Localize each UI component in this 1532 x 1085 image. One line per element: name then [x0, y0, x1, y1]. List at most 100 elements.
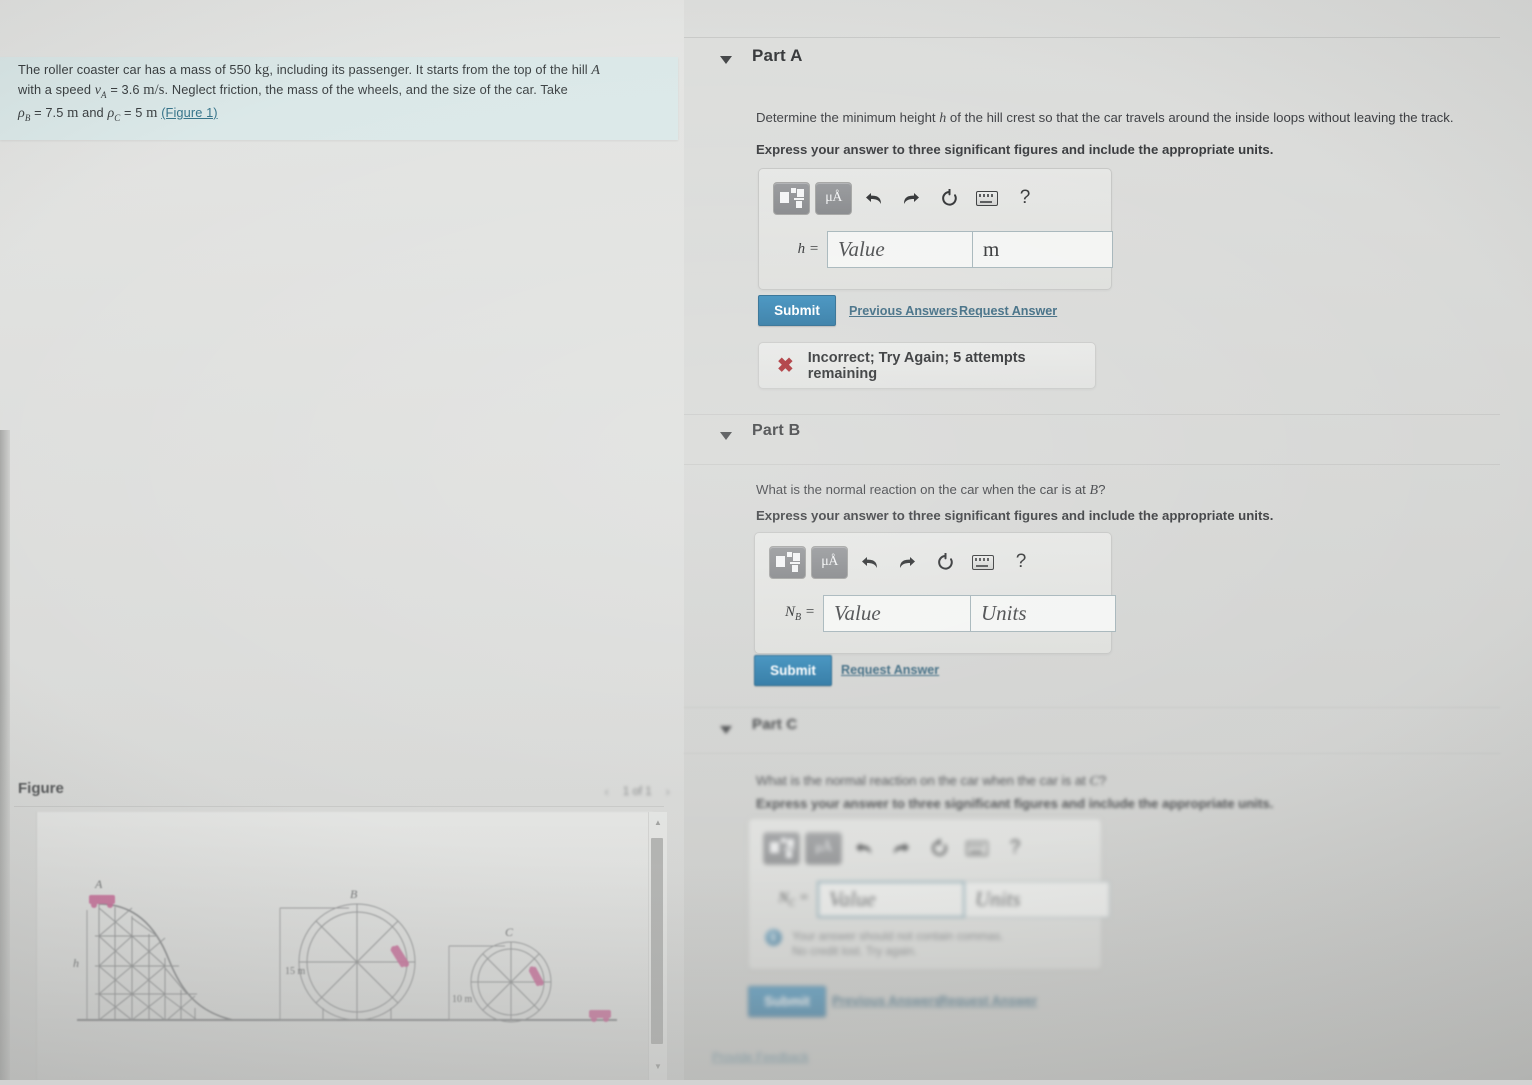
scroll-up-arrow[interactable]: ▲	[652, 818, 664, 827]
part-a-value-input[interactable]: Value	[827, 231, 973, 268]
reset-icon[interactable]	[933, 184, 965, 212]
part-a-question-pre: Determine the minimum height	[756, 110, 936, 125]
redo-icon[interactable]	[891, 548, 923, 576]
part-a-toolbar: μÅ ?	[773, 181, 1047, 215]
speed-equals: = 3.6	[110, 81, 140, 97]
part-c-bottom-rule	[684, 753, 1500, 754]
part-b-question-post: ?	[1098, 482, 1106, 497]
part-c-submit-button[interactable]: Submit	[748, 986, 826, 1017]
problem-text-part3: with a speed	[18, 81, 92, 97]
keyboard-icon[interactable]	[971, 184, 1003, 212]
part-a-top-rule	[684, 37, 1500, 38]
problem-pane: The roller coaster car has a mass of 550…	[0, 0, 685, 1080]
reset-icon[interactable]	[923, 834, 955, 862]
part-a-header[interactable]: Part A	[720, 46, 1500, 86]
parts-pane: Part A Determine the minimum height h of…	[684, 0, 1532, 1080]
part-c-request-answer-link[interactable]: Request Answer	[939, 994, 1037, 1008]
part-c-field-row: NC = Value Units	[763, 881, 1110, 918]
math-template-icon[interactable]	[769, 545, 806, 579]
keyboard-icon[interactable]	[967, 548, 999, 576]
part-a-collapse-caret[interactable]	[720, 56, 732, 64]
part-b-submit-button[interactable]: Submit	[754, 655, 832, 686]
mass-unit: kg	[254, 62, 270, 78]
figure-divider	[14, 806, 664, 807]
hill-label-a: A	[591, 63, 601, 78]
figure-pager: ‹ 1 of 1 ›	[605, 784, 670, 799]
help-icon[interactable]: ?	[999, 834, 1031, 862]
part-c-units-input[interactable]: Units	[965, 881, 1110, 918]
figure-panel-title: Figure	[18, 780, 64, 797]
part-a-label: Part A	[752, 46, 803, 65]
undo-icon[interactable]	[857, 184, 889, 212]
speed-unit: m/s	[143, 81, 165, 98]
part-c-instruction: Express your answer to three significant…	[756, 796, 1274, 811]
part-c-collapse-caret[interactable]	[720, 726, 732, 734]
info-icon: i	[765, 929, 782, 946]
units-icon[interactable]: μÅ	[815, 181, 852, 215]
redo-icon[interactable]	[895, 184, 927, 212]
part-a-request-answer-link[interactable]: Request Answer	[959, 304, 1057, 318]
figure-1-link[interactable]: (Figure 1)	[161, 105, 217, 120]
figure-image-container: A B C h 15 m 10 m	[36, 812, 653, 1080]
part-b-question-var: B	[1089, 483, 1099, 498]
figure-scrollbar-thumb[interactable]	[651, 838, 663, 1044]
part-c-label: Part C	[752, 716, 798, 733]
roller-coaster-diagram: A B C h 15 m 10 m	[73, 877, 617, 1023]
part-c-question-var: C	[1089, 774, 1099, 789]
part-a-feedback-banner: ✖ Incorrect; Try Again; 5 attempts remai…	[758, 342, 1096, 389]
part-b-top-rule	[684, 414, 1500, 415]
part-b-answer-box: μÅ ? NB = Value Units	[754, 532, 1116, 654]
part-a-question-post: of the hill crest so that the car travel…	[949, 110, 1454, 125]
part-b-units-input[interactable]: Units	[971, 595, 1116, 632]
part-b-question-pre: What is the normal reaction on the car w…	[756, 482, 1086, 497]
part-b-toolbar: μÅ ?	[769, 545, 1043, 579]
provide-feedback-link[interactable]: Provide Feedback	[712, 1050, 809, 1064]
undo-icon[interactable]	[847, 834, 879, 862]
part-c-note-line1: Your answer should not contain commas.	[792, 930, 1004, 943]
part-a-units-input[interactable]: m	[973, 231, 1113, 268]
part-a-field-label: h =	[797, 241, 819, 257]
incorrect-icon: ✖	[777, 355, 794, 377]
rho-c-equals: = 5	[124, 104, 143, 120]
figure-dim-b: 15 m	[285, 966, 306, 977]
part-c-header[interactable]: Part C	[720, 716, 1500, 756]
problem-text-part4: . Neglect friction, the mass of the whee…	[164, 81, 568, 97]
conjunction-and: and	[82, 104, 104, 120]
part-a-question-var: h	[939, 111, 947, 126]
part-c-previous-answers-link[interactable]: Previous Answers	[832, 994, 941, 1008]
keyboard-icon[interactable]	[961, 834, 993, 862]
problem-statement-text: The roller coaster car has a mass of 550…	[18, 61, 663, 127]
scroll-down-arrow[interactable]: ▼	[652, 1062, 664, 1071]
part-c-toolbar: μÅ ?	[763, 831, 1037, 865]
help-icon[interactable]: ?	[1009, 184, 1041, 212]
part-a-previous-answers-link[interactable]: Previous Answers	[849, 304, 958, 318]
part-c-field-label: NC =	[778, 890, 809, 909]
part-b-header[interactable]: Part B	[720, 422, 1500, 462]
help-icon[interactable]: ?	[1005, 548, 1037, 576]
figure-label-b: B	[350, 887, 358, 901]
reset-icon[interactable]	[929, 548, 961, 576]
coaster-car	[89, 895, 611, 1022]
part-b-field-label: NB =	[785, 604, 815, 623]
units-icon[interactable]: μÅ	[805, 831, 842, 865]
part-a-submit-button[interactable]: Submit	[758, 295, 836, 326]
rho-b-unit: m	[67, 104, 79, 121]
figure-label-h: h	[73, 956, 79, 970]
figure-label-a: A	[94, 877, 103, 891]
figure-page-count: 1 of 1	[622, 785, 652, 798]
figure-next-arrow[interactable]: ›	[666, 784, 670, 799]
redo-icon[interactable]	[885, 834, 917, 862]
math-template-icon[interactable]	[763, 831, 800, 865]
part-b-instruction: Express your answer to three significant…	[756, 508, 1274, 523]
math-template-icon[interactable]	[773, 181, 810, 215]
figure-prev-arrow[interactable]: ‹	[605, 784, 609, 799]
part-c-value-input[interactable]: Value	[817, 881, 965, 918]
part-b-request-answer-link[interactable]: Request Answer	[841, 663, 939, 677]
problem-text-part2: , including its passenger. It starts fro…	[269, 62, 588, 77]
undo-icon[interactable]	[853, 548, 885, 576]
part-b-value-input[interactable]: Value	[823, 595, 971, 632]
part-a-answer-box: μÅ ? h = Value m	[758, 168, 1113, 290]
part-b-collapse-caret[interactable]	[720, 432, 732, 440]
units-icon[interactable]: μÅ	[811, 545, 848, 579]
part-b-bottom-rule	[684, 464, 1500, 465]
